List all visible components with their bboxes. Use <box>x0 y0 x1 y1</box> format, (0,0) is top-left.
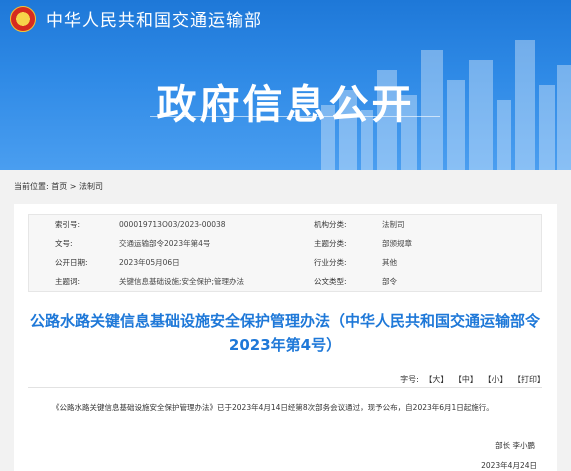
document-metadata-table: 索引号: 000019713O03/2023-00038 机构分类: 法制司 文… <box>28 214 542 292</box>
metadata-label: 行业分类: <box>314 258 347 267</box>
document-title: 公路水路关键信息基础设施安全保护管理办法（中华人民共和国交通运输部令2023年第… <box>29 312 540 354</box>
print-button[interactable]: 【打印】 <box>513 375 545 384</box>
font-size-large-button[interactable]: 【大】 <box>424 375 448 384</box>
metadata-row: 公开日期: 2023年05月06日 行业分类: 其他 <box>29 253 541 272</box>
metadata-label: 主题分类: <box>314 239 347 248</box>
banner-underline <box>150 116 440 117</box>
metadata-label: 索引号: <box>55 220 81 229</box>
divider <box>28 387 542 388</box>
metadata-row: 文号: 交通运输部令2023年第4号 主题分类: 部颁规章 <box>29 234 541 253</box>
metadata-value: 法制司 <box>382 220 405 229</box>
banner-title: 政府信息公开 <box>156 82 415 128</box>
font-size-medium-button[interactable]: 【中】 <box>454 375 478 384</box>
metadata-row: 索引号: 000019713O03/2023-00038 机构分类: 法制司 <box>29 215 541 234</box>
breadcrumb-separator: > <box>69 182 77 191</box>
metadata-value: 部令 <box>382 277 397 286</box>
metadata-label: 主题词: <box>55 277 81 286</box>
metadata-value: 部颁规章 <box>382 239 412 248</box>
metadata-label: 公文类型: <box>314 277 347 286</box>
ministry-name[interactable]: 中华人民共和国交通运输部 <box>46 6 262 31</box>
metadata-label: 公开日期: <box>55 258 88 267</box>
metadata-value: 2023年05月06日 <box>119 258 180 267</box>
document-card: 索引号: 000019713O03/2023-00038 机构分类: 法制司 文… <box>14 204 557 471</box>
metadata-value: 000019713O03/2023-00038 <box>119 220 226 229</box>
font-size-controls: 字号: 【大】 【中】 【小】 【打印】 <box>397 374 545 385</box>
header-banner: 中华人民共和国交通运输部 政府信息公开 <box>0 0 571 170</box>
metadata-value: 交通运输部令2023年第4号 <box>119 239 211 248</box>
metadata-value: 关键信息基础设施;安全保护;管理办法 <box>119 277 245 286</box>
metadata-row: 主题词: 关键信息基础设施;安全保护;管理办法 公文类型: 部令 <box>29 272 541 291</box>
breadcrumb-prefix: 当前位置: <box>14 182 49 191</box>
document-signature: 部长 李小鹏 <box>495 441 535 450</box>
document-date: 2023年4月24日 <box>481 461 537 470</box>
font-size-small-button[interactable]: 【小】 <box>483 375 507 384</box>
metadata-label: 文号: <box>55 239 73 248</box>
breadcrumb-home-link[interactable]: 首页 <box>51 182 67 191</box>
breadcrumb: 当前位置: 首页 > 法制司 <box>14 181 103 192</box>
metadata-label: 机构分类: <box>314 220 347 229</box>
font-size-label: 字号: <box>400 375 419 384</box>
metadata-value: 其他 <box>382 258 397 267</box>
breadcrumb-current-link[interactable]: 法制司 <box>79 182 103 191</box>
document-body: 《公路水路关键信息基础设施安全保护管理办法》已于2023年4月14日经第8次部务… <box>52 403 494 412</box>
national-emblem-icon <box>10 6 36 32</box>
